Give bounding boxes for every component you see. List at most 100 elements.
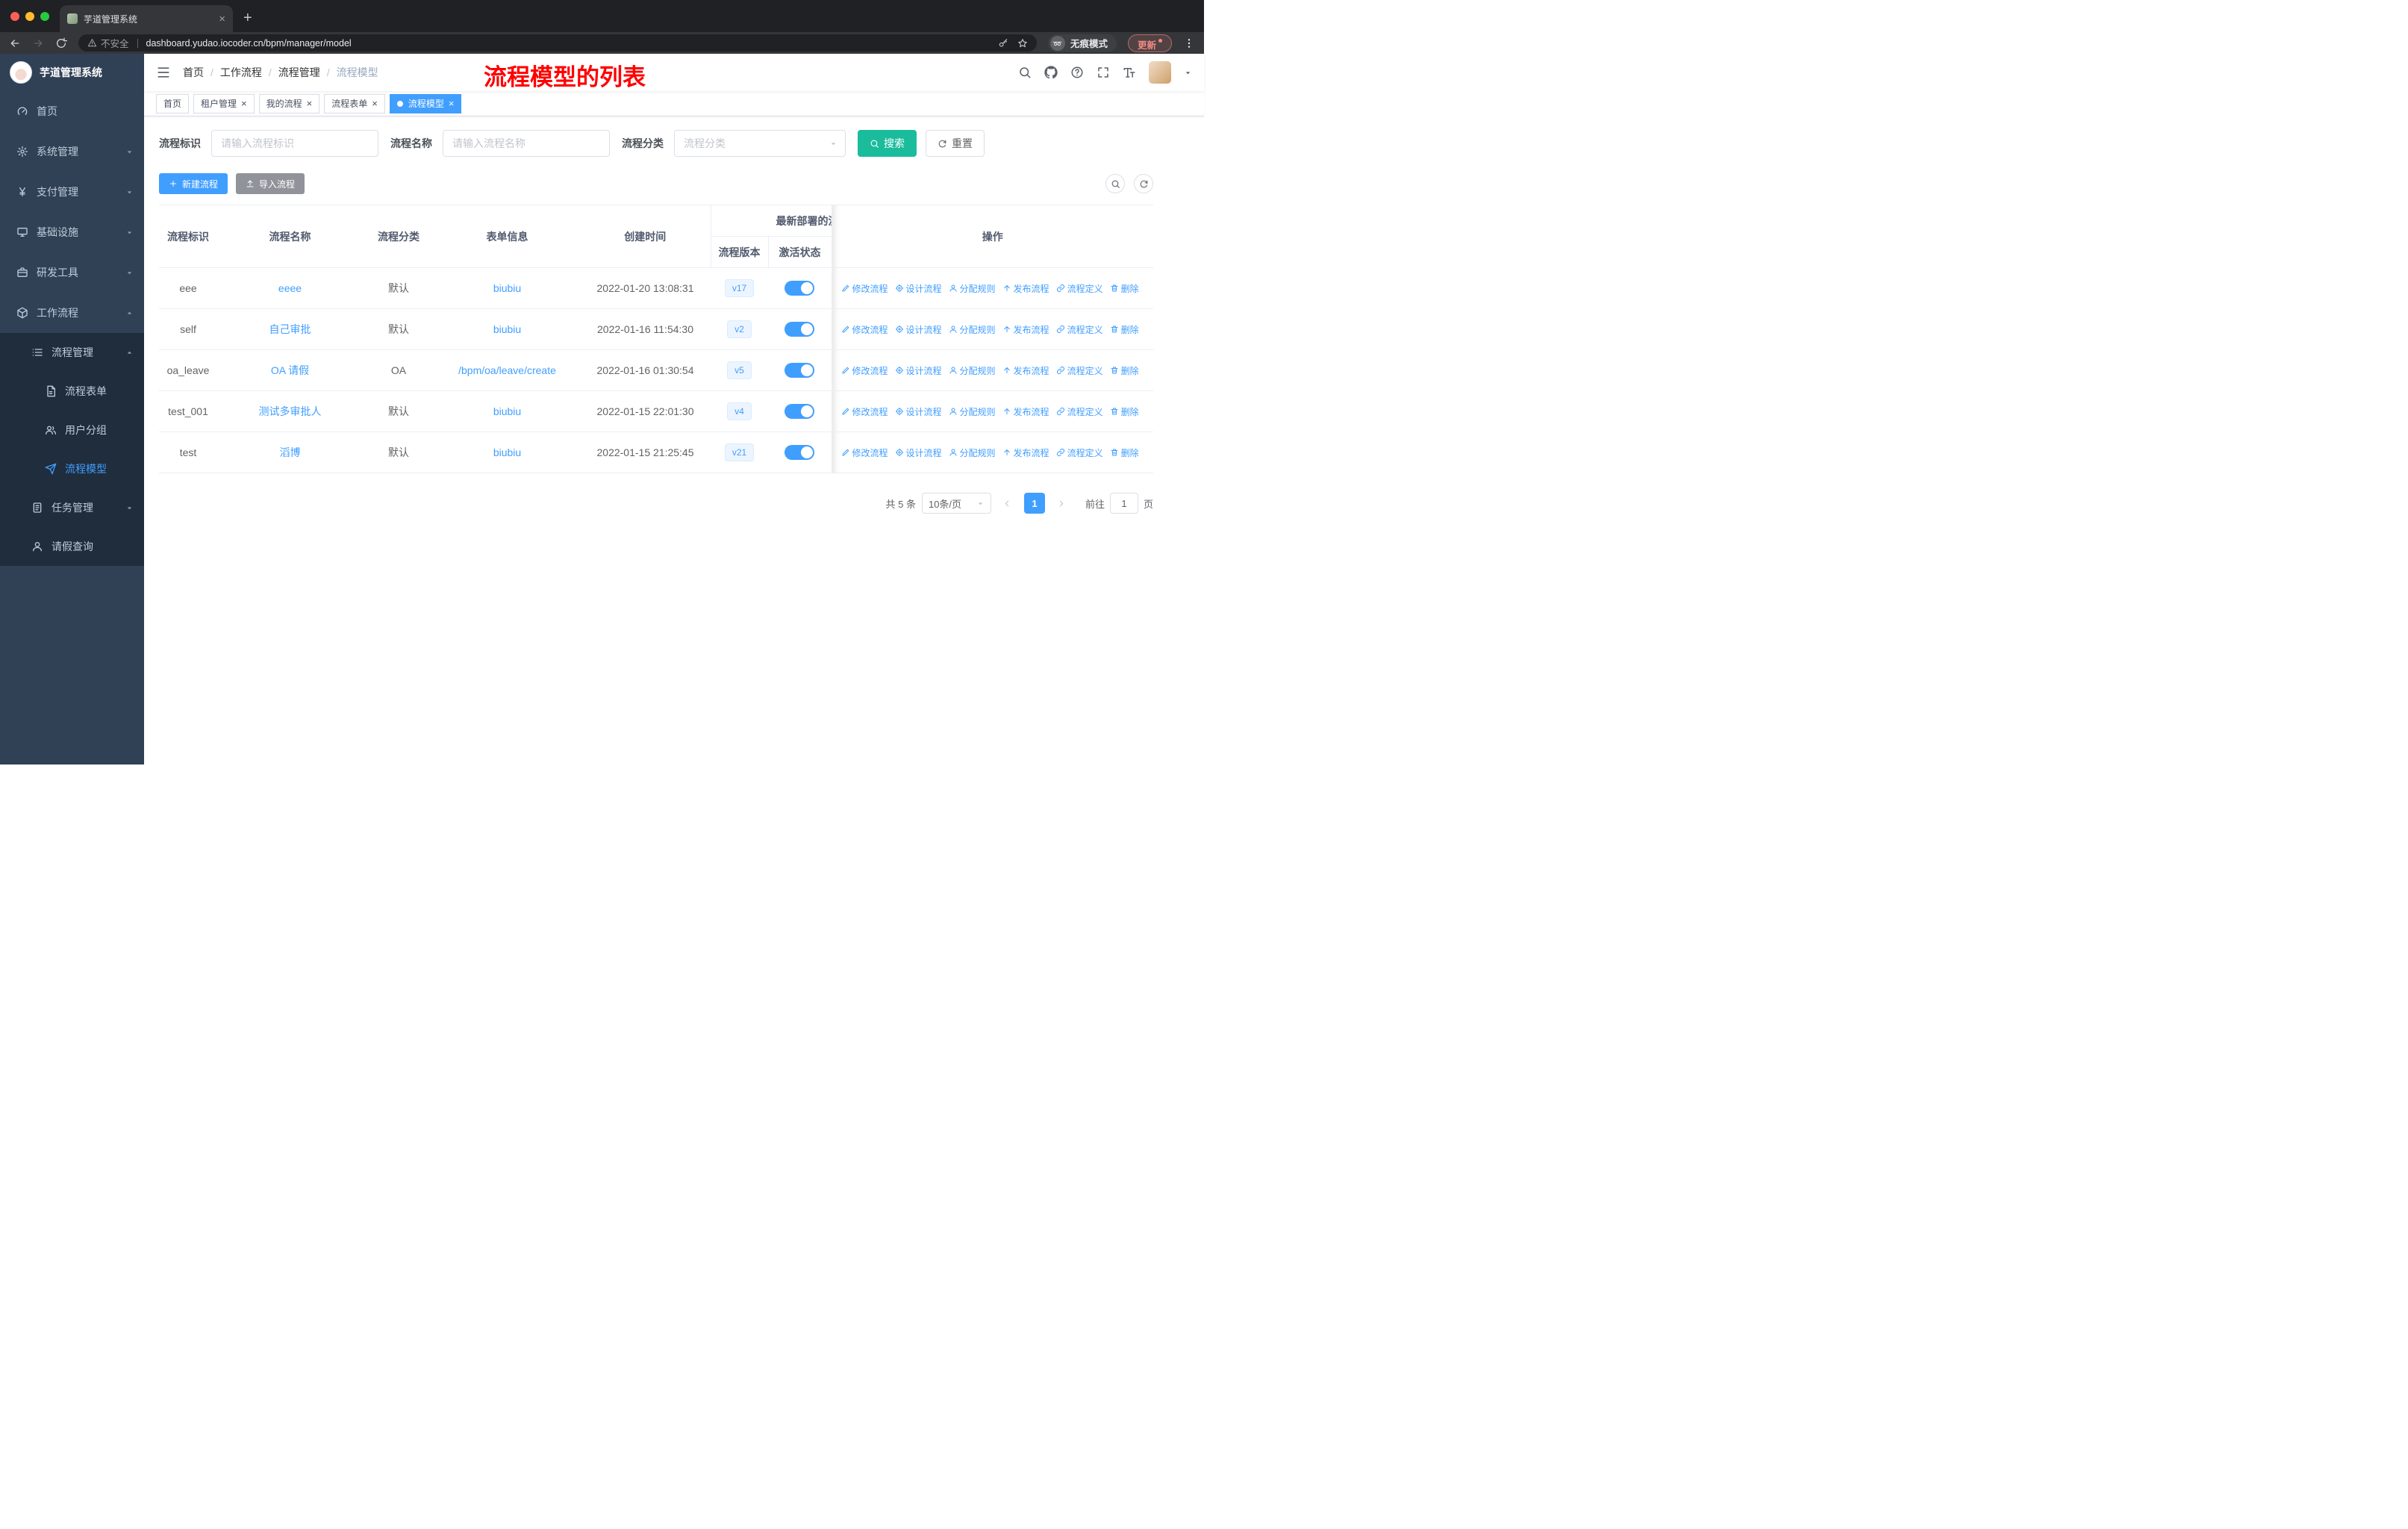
page-size-select[interactable]: 10条/页	[921, 493, 991, 514]
action-delete[interactable]: 删除	[1110, 364, 1139, 377]
form-link[interactable]: biubiu	[493, 405, 521, 417]
breadcrumb-item[interactable]: 流程管理	[278, 65, 320, 80]
sidebar-item-home[interactable]: 首页	[0, 91, 144, 131]
active-switch[interactable]	[785, 404, 815, 419]
page-number-current[interactable]: 1	[1023, 493, 1045, 514]
form-link[interactable]: biubiu	[493, 323, 521, 335]
sidebar-item-infrastructure[interactable]: 基础设施	[0, 212, 144, 252]
action-definition[interactable]: 流程定义	[1056, 323, 1103, 336]
new-tab-button[interactable]: +	[243, 10, 252, 25]
bookmark-star-icon[interactable]	[1017, 38, 1028, 49]
avatar-caret-icon[interactable]	[1184, 69, 1192, 77]
action-publish[interactable]: 发布流程	[1002, 282, 1049, 295]
view-tab[interactable]: 租户管理 ×	[193, 93, 255, 113]
close-icon[interactable]: ×	[449, 99, 455, 108]
reset-button[interactable]: 重置	[926, 130, 985, 157]
sidebar-item-payment[interactable]: 支付管理	[0, 172, 144, 212]
view-tab[interactable]: 我的流程 ×	[258, 93, 320, 113]
process-name-link[interactable]: OA 请假	[271, 364, 309, 376]
font-size-icon[interactable]	[1123, 66, 1136, 79]
action-publish[interactable]: 发布流程	[1002, 446, 1049, 459]
action-definition[interactable]: 流程定义	[1056, 364, 1103, 377]
action-design[interactable]: 设计流程	[895, 446, 942, 459]
version-tag[interactable]: v4	[727, 402, 752, 420]
toggle-search-button[interactable]	[1105, 174, 1125, 193]
action-design[interactable]: 设计流程	[895, 323, 942, 336]
zoom-window-button[interactable]	[40, 12, 49, 21]
action-delete[interactable]: 删除	[1110, 282, 1139, 295]
breadcrumb-item[interactable]: 首页	[183, 65, 204, 80]
password-key-icon[interactable]	[998, 38, 1008, 49]
next-page-button[interactable]	[1050, 493, 1072, 514]
form-link[interactable]: /bpm/oa/leave/create	[458, 364, 556, 376]
action-modify[interactable]: 修改流程	[841, 405, 888, 418]
fullscreen-icon[interactable]	[1097, 66, 1110, 79]
close-icon[interactable]: ×	[307, 99, 313, 108]
process-name-link[interactable]: 自己审批	[269, 323, 311, 335]
active-switch[interactable]	[785, 281, 815, 296]
sidebar-item-devtools[interactable]: 研发工具	[0, 252, 144, 293]
action-assign-rule[interactable]: 分配规则	[949, 446, 996, 459]
tab-close-icon[interactable]: ×	[219, 13, 225, 25]
active-switch[interactable]	[785, 322, 815, 337]
action-publish[interactable]: 发布流程	[1002, 323, 1049, 336]
action-assign-rule[interactable]: 分配规则	[949, 323, 996, 336]
search-icon[interactable]	[1018, 66, 1032, 79]
view-tab[interactable]: 流程模型 ×	[389, 93, 462, 113]
action-delete[interactable]: 删除	[1110, 446, 1139, 459]
action-assign-rule[interactable]: 分配规则	[949, 405, 996, 418]
action-modify[interactable]: 修改流程	[841, 446, 888, 459]
sidebar-item-workflow[interactable]: 工作流程	[0, 293, 144, 333]
action-assign-rule[interactable]: 分配规则	[949, 364, 996, 377]
process-name-link[interactable]: eeee	[278, 282, 302, 294]
prev-page-button[interactable]	[996, 493, 1018, 514]
action-modify[interactable]: 修改流程	[841, 282, 888, 295]
github-icon[interactable]	[1044, 66, 1058, 79]
action-assign-rule[interactable]: 分配规则	[949, 282, 996, 295]
action-definition[interactable]: 流程定义	[1056, 282, 1103, 295]
browser-tab[interactable]: 芋道管理系统 ×	[60, 5, 233, 32]
filter-select[interactable]: 流程分类	[674, 130, 846, 157]
version-tag[interactable]: v21	[724, 443, 755, 461]
help-icon[interactable]	[1070, 66, 1084, 79]
sidebar-item-process-model[interactable]: 流程模型	[0, 449, 144, 488]
process-name-link[interactable]: 测试多审批人	[259, 405, 322, 417]
action-design[interactable]: 设计流程	[895, 364, 942, 377]
filter-input[interactable]	[211, 130, 378, 157]
sidebar-item-process-form[interactable]: 流程表单	[0, 372, 144, 411]
sidebar-item-process-management[interactable]: 流程管理	[0, 333, 144, 372]
version-tag[interactable]: v5	[727, 361, 752, 379]
address-bar[interactable]: 不安全 dashboard.yudao.iocoder.cn/bpm/manag…	[78, 34, 1037, 52]
search-button[interactable]: 搜索	[858, 130, 917, 157]
action-publish[interactable]: 发布流程	[1002, 405, 1049, 418]
view-tab[interactable]: 流程表单 ×	[324, 93, 385, 113]
user-avatar[interactable]	[1149, 61, 1171, 84]
update-button[interactable]: 更新	[1127, 34, 1172, 52]
refresh-table-button[interactable]	[1134, 174, 1153, 193]
version-tag[interactable]: v2	[727, 320, 752, 338]
sidebar-item-leave-query[interactable]: 请假查询	[0, 527, 144, 566]
action-delete[interactable]: 删除	[1110, 323, 1139, 336]
close-icon[interactable]: ×	[241, 99, 247, 108]
view-tab[interactable]: 首页	[156, 93, 190, 113]
sidebar-item-task-management[interactable]: 任务管理	[0, 488, 144, 527]
breadcrumb-item[interactable]: 工作流程	[220, 65, 262, 80]
version-tag[interactable]: v17	[724, 279, 755, 297]
minimize-window-button[interactable]	[25, 12, 34, 21]
goto-page-input[interactable]	[1109, 493, 1138, 514]
import-process-button[interactable]: 导入流程	[236, 173, 305, 194]
action-delete[interactable]: 删除	[1110, 405, 1139, 418]
sidebar-collapse-icon[interactable]	[156, 65, 171, 80]
action-design[interactable]: 设计流程	[895, 405, 942, 418]
form-link[interactable]: biubiu	[493, 282, 521, 294]
process-name-link[interactable]: 滔博	[280, 446, 301, 458]
filter-input[interactable]	[443, 130, 610, 157]
browser-menu-icon[interactable]	[1183, 37, 1195, 49]
form-link[interactable]: biubiu	[493, 446, 521, 458]
sidebar-item-system[interactable]: 系统管理	[0, 131, 144, 172]
close-window-button[interactable]	[10, 12, 19, 21]
active-switch[interactable]	[785, 445, 815, 460]
create-process-button[interactable]: 新建流程	[159, 173, 228, 194]
action-design[interactable]: 设计流程	[895, 282, 942, 295]
back-icon[interactable]	[9, 37, 21, 49]
